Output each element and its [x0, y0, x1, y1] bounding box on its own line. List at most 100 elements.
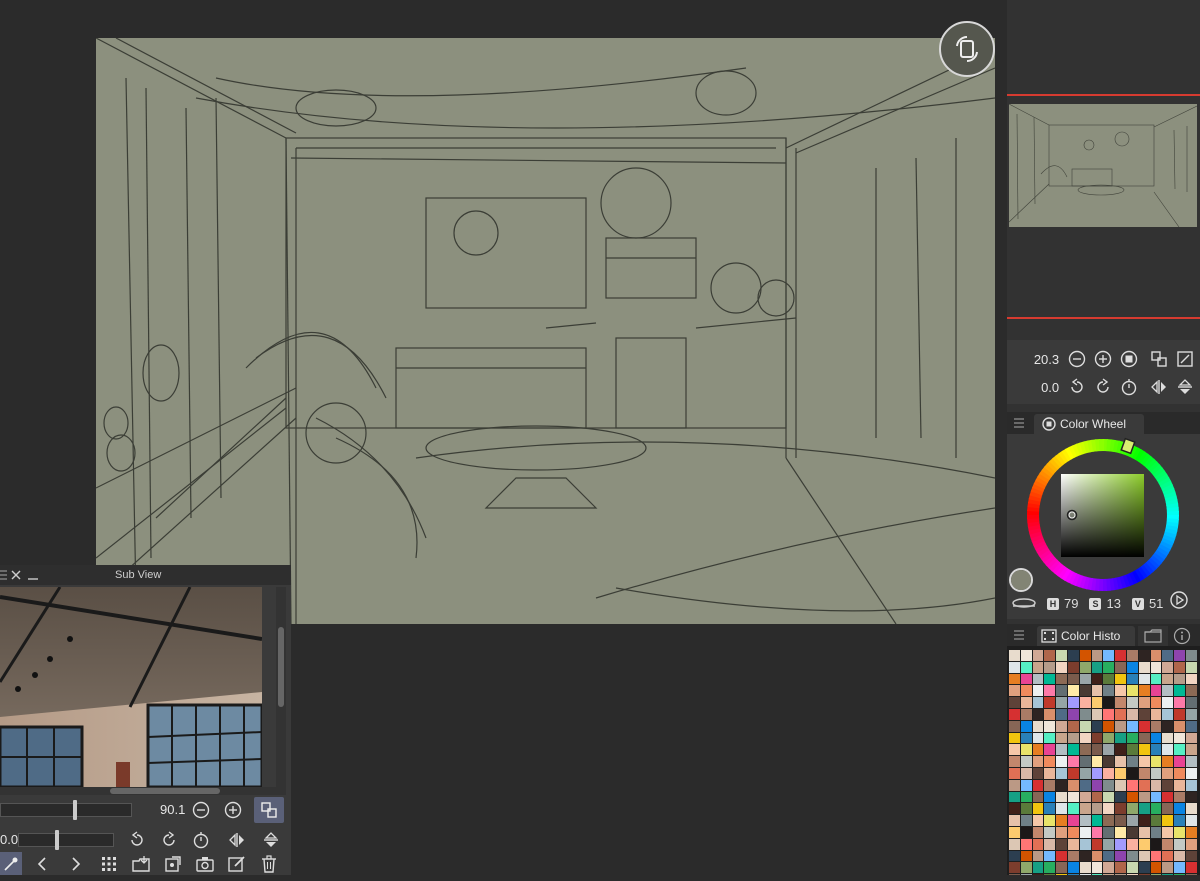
color-swatch[interactable]: [1185, 744, 1197, 756]
close-icon[interactable]: [10, 569, 22, 581]
color-swatch[interactable]: [1185, 826, 1197, 838]
color-swatch[interactable]: [1103, 661, 1115, 673]
color-swatch[interactable]: [1067, 803, 1079, 815]
color-swatch[interactable]: [1067, 826, 1079, 838]
color-swatch[interactable]: [1020, 732, 1032, 744]
color-swatch[interactable]: [1067, 815, 1079, 826]
transparent-color-icon[interactable]: [1011, 596, 1037, 608]
color-swatch[interactable]: [1020, 661, 1032, 673]
color-swatch[interactable]: [1115, 756, 1126, 767]
color-swatch[interactable]: [1162, 697, 1174, 708]
color-swatch[interactable]: [1185, 650, 1197, 661]
color-swatch[interactable]: [1162, 685, 1174, 697]
color-swatch[interactable]: [1032, 803, 1044, 815]
color-swatch[interactable]: [1091, 720, 1103, 732]
color-swatch[interactable]: [1056, 850, 1067, 862]
current-color-swatch[interactable]: [1009, 568, 1033, 592]
color-swatch[interactable]: [1138, 708, 1150, 720]
color-swatch[interactable]: [1079, 697, 1091, 708]
color-swatch[interactable]: [1079, 732, 1091, 744]
sub-view-zoom-out-button[interactable]: [192, 801, 210, 824]
color-swatch[interactable]: [1103, 673, 1115, 685]
color-swatch[interactable]: [1162, 862, 1174, 874]
color-swatch[interactable]: [1150, 732, 1162, 744]
color-swatch[interactable]: [1032, 779, 1044, 791]
color-swatch[interactable]: [1138, 826, 1150, 838]
color-swatch[interactable]: [1185, 767, 1197, 779]
color-swatch[interactable]: [1032, 862, 1044, 874]
color-swatch[interactable]: [1185, 803, 1197, 815]
color-swatch[interactable]: [1020, 838, 1032, 850]
color-swatch[interactable]: [1103, 850, 1115, 862]
sub-view-zoom-value[interactable]: 90.1: [160, 802, 185, 817]
color-swatch[interactable]: [1032, 838, 1044, 850]
color-swatch[interactable]: [1150, 850, 1162, 862]
color-swatch[interactable]: [1091, 650, 1103, 661]
sub-view-rotation-slider[interactable]: [18, 830, 114, 850]
color-swatch[interactable]: [1032, 767, 1044, 779]
color-swatch[interactable]: [1185, 815, 1197, 826]
color-wheel[interactable]: [1007, 434, 1200, 594]
color-swatch[interactable]: [1185, 685, 1197, 697]
color-swatch[interactable]: [1162, 673, 1174, 685]
color-swatch[interactable]: [1174, 720, 1185, 732]
color-swatch[interactable]: [1032, 720, 1044, 732]
color-swatch[interactable]: [1138, 850, 1150, 862]
color-swatch[interactable]: [1032, 826, 1044, 838]
color-swatch[interactable]: [1044, 850, 1056, 862]
color-swatch[interactable]: [1079, 862, 1091, 874]
color-swatch[interactable]: [1150, 720, 1162, 732]
color-swatch[interactable]: [1079, 779, 1091, 791]
color-swatch[interactable]: [1056, 803, 1067, 815]
color-swatch[interactable]: [1056, 767, 1067, 779]
sub-view-flip-horizontal-button[interactable]: [228, 831, 246, 854]
color-swatch[interactable]: [1103, 756, 1115, 767]
color-swatch[interactable]: [1126, 767, 1138, 779]
color-swatch[interactable]: [1150, 744, 1162, 756]
sub-view-flip-vertical-button[interactable]: [262, 831, 280, 854]
color-swatch[interactable]: [1115, 862, 1126, 874]
color-swatch[interactable]: [1044, 673, 1056, 685]
color-swatch[interactable]: [1056, 756, 1067, 767]
color-swatch[interactable]: [1044, 732, 1056, 744]
color-swatch[interactable]: [1091, 850, 1103, 862]
color-swatch[interactable]: [1126, 673, 1138, 685]
color-swatch[interactable]: [1126, 661, 1138, 673]
color-swatch[interactable]: [1044, 720, 1056, 732]
color-swatch[interactable]: [1020, 720, 1032, 732]
color-swatch[interactable]: [1091, 685, 1103, 697]
eyedropper-button[interactable]: [0, 852, 22, 875]
color-swatch[interactable]: [1103, 779, 1115, 791]
color-swatch[interactable]: [1032, 791, 1044, 803]
color-swatch[interactable]: [1044, 744, 1056, 756]
color-swatch[interactable]: [1079, 791, 1091, 803]
color-swatch[interactable]: [1162, 708, 1174, 720]
color-swatch[interactable]: [1067, 862, 1079, 874]
color-swatch[interactable]: [1174, 815, 1185, 826]
color-swatch[interactable]: [1126, 732, 1138, 744]
color-swatch[interactable]: [1174, 862, 1185, 874]
reset-rotation-button[interactable]: [1117, 375, 1140, 399]
color-swatch[interactable]: [1162, 661, 1174, 673]
color-swatch[interactable]: [1067, 673, 1079, 685]
color-swatch[interactable]: [1079, 685, 1091, 697]
color-swatch[interactable]: [1056, 779, 1067, 791]
zoom-in-button[interactable]: [1091, 347, 1114, 371]
color-swatch[interactable]: [1126, 685, 1138, 697]
color-swatch[interactable]: [1009, 697, 1020, 708]
color-swatch[interactable]: [1138, 779, 1150, 791]
color-swatch[interactable]: [1044, 661, 1056, 673]
color-swatch[interactable]: [1032, 732, 1044, 744]
sub-view-reset-rotation-button[interactable]: [192, 831, 210, 854]
color-swatch[interactable]: [1185, 732, 1197, 744]
color-swatch[interactable]: [1138, 650, 1150, 661]
color-swatch[interactable]: [1032, 661, 1044, 673]
color-swatch[interactable]: [1009, 650, 1020, 661]
flip-horizontal-button[interactable]: [1148, 375, 1171, 399]
color-swatch[interactable]: [1091, 791, 1103, 803]
color-swatch[interactable]: [1162, 650, 1174, 661]
color-swatch[interactable]: [1162, 803, 1174, 815]
color-swatch[interactable]: [1103, 685, 1115, 697]
color-swatch[interactable]: [1091, 673, 1103, 685]
color-swatch[interactable]: [1162, 779, 1174, 791]
